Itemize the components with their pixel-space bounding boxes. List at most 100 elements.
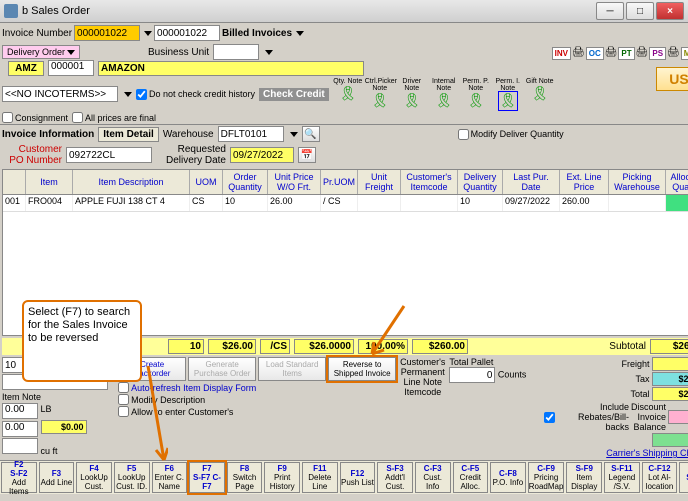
- invoice-info-tab[interactable]: Invoice Information: [2, 129, 94, 140]
- permp-note-icon[interactable]: 🎗: [467, 92, 485, 110]
- oc-pill[interactable]: OC: [586, 47, 604, 60]
- generate-po-button[interactable]: Generate Purchase Order: [188, 357, 256, 381]
- grid-header[interactable]: Allocated Quantity: [666, 170, 688, 194]
- fkey-f3[interactable]: F3Add Line: [39, 462, 75, 493]
- fkey-f9[interactable]: F9Print History: [264, 462, 300, 493]
- grid-header[interactable]: UOM: [190, 170, 223, 194]
- fkey-s-f11[interactable]: S-F11Legend /S.V.: [604, 462, 640, 493]
- grid-cell[interactable]: [609, 195, 666, 211]
- allow-cust-checkbox[interactable]: Allow to enter Customer's: [118, 406, 396, 417]
- calendar-icon[interactable]: 📅: [298, 147, 316, 163]
- grid-cell[interactable]: CS: [190, 195, 223, 211]
- print-icon: 🖨: [605, 47, 618, 60]
- grid-cell[interactable]: [358, 195, 401, 211]
- fkey-s-f12[interactable]: S-F12: [679, 462, 688, 493]
- fkey-f5[interactable]: F5LookUp Cust. ID.: [114, 462, 150, 493]
- grid-header[interactable]: Pr.UOM: [321, 170, 358, 194]
- grid-cell[interactable]: APPLE FUJI 138 CT 4: [73, 195, 190, 211]
- cust-po-field[interactable]: [66, 147, 152, 163]
- notes-icons: Qty. Note🎗 Ctrl.Picker Note🎗 Driver Note…: [333, 78, 555, 110]
- invoice-number-link[interactable]: [74, 25, 140, 41]
- fkey-f4[interactable]: F4LookUp Cust.: [76, 462, 112, 493]
- grid-cell[interactable]: 09/27/2022: [503, 195, 560, 211]
- grid-header[interactable]: Customer's Itemcode: [401, 170, 458, 194]
- modify-desc-checkbox[interactable]: Modify Description: [118, 394, 396, 405]
- grid-header[interactable]: Delivery Quantity: [458, 170, 503, 194]
- grid-header[interactable]: Picking Warehouse: [609, 170, 666, 194]
- dropdown-icon[interactable]: [296, 31, 304, 36]
- grid-header[interactable]: Item: [26, 170, 73, 194]
- ctrl-note-icon[interactable]: 🎗: [371, 92, 389, 110]
- print-icon: 🖨: [636, 47, 649, 60]
- fkey-c-f12[interactable]: C-F12Lot Al- location: [642, 462, 678, 493]
- dropdown-icon[interactable]: [290, 132, 298, 137]
- total-ext: $26.0000: [294, 339, 354, 354]
- incoterms-field[interactable]: [2, 86, 118, 102]
- permi-note-icon[interactable]: 🎗: [499, 92, 517, 110]
- grid-cell[interactable]: / CS: [321, 195, 358, 211]
- grid-cell[interactable]: 10: [458, 195, 503, 211]
- rebates-checkbox[interactable]: Include Rebates/Bill-backs: [544, 402, 629, 432]
- grid-header[interactable]: Unit Price W/O Frt.: [268, 170, 321, 194]
- reverse-to-shipped-button[interactable]: Reverse to Shipped Invoice: [328, 357, 396, 381]
- fkey-s-f3[interactable]: S-F3Addt'l Cust.: [377, 462, 413, 493]
- qty-note-icon[interactable]: 🎗: [339, 85, 357, 103]
- fkey-f7[interactable]: F7S-F7 C-F7: [189, 462, 225, 493]
- total-pct: 100.00%: [358, 339, 408, 354]
- gift-note-icon[interactable]: 🎗: [531, 85, 549, 103]
- maximize-button[interactable]: □: [626, 2, 654, 20]
- dropdown-icon[interactable]: [265, 50, 273, 55]
- mf-pill[interactable]: MF: [681, 47, 688, 60]
- fkey-f11[interactable]: F11Delete Line: [302, 462, 338, 493]
- fkey-f12[interactable]: F12Push List: [340, 462, 376, 493]
- grid-cell[interactable]: 26.00: [268, 195, 321, 211]
- total-uom: /CS: [260, 339, 290, 354]
- delivery-order-button[interactable]: Delivery Order: [2, 45, 80, 59]
- req-date-field[interactable]: [230, 147, 294, 163]
- grid-header[interactable]: [3, 170, 26, 194]
- pt-pill[interactable]: PT: [618, 47, 634, 60]
- grid-cell[interactable]: 001: [3, 195, 26, 211]
- warehouse-label: Warehouse: [163, 129, 214, 140]
- grid-header[interactable]: Order Quantity: [223, 170, 268, 194]
- no-check-credit-checkbox[interactable]: Do not check credit history: [136, 89, 255, 100]
- close-window-button[interactable]: ×: [656, 2, 684, 20]
- dropdown-icon[interactable]: [124, 92, 132, 97]
- load-std-items-button[interactable]: Load Standard Items: [258, 357, 326, 381]
- grid-cell[interactable]: FRO004: [26, 195, 73, 211]
- all-prices-final-checkbox[interactable]: All prices are final: [72, 112, 156, 123]
- fkey-f8[interactable]: F8Switch Page: [227, 462, 263, 493]
- grid-cell[interactable]: 10: [223, 195, 268, 211]
- grid-header[interactable]: Ext. Line Price: [560, 170, 609, 194]
- internal-note-icon[interactable]: 🎗: [435, 92, 453, 110]
- grid-header[interactable]: Last Pur. Date: [503, 170, 560, 194]
- fkey-s-f9[interactable]: S-F9Item Display: [566, 462, 602, 493]
- modify-deliver-qty-checkbox[interactable]: Modify Deliver Quantity: [458, 129, 564, 140]
- fkey-f6[interactable]: F6Enter C. Name: [152, 462, 188, 493]
- item-detail-tab[interactable]: Item Detail: [98, 127, 159, 142]
- fkey-c-f5[interactable]: C-F5Credit Alloc.: [453, 462, 489, 493]
- search-icon[interactable]: 🔍: [302, 126, 320, 142]
- carrier-charges-link[interactable]: Carrier's Shipping Charges: [606, 448, 688, 458]
- warehouse-field[interactable]: [218, 126, 284, 142]
- fkey-c-f9[interactable]: C-F9Pricing RoadMap: [528, 462, 565, 493]
- inv-pill[interactable]: INV: [552, 47, 571, 60]
- grid-cell[interactable]: 260.00: [560, 195, 609, 211]
- minimize-button[interactable]: ─: [596, 2, 624, 20]
- fkey-c-f3[interactable]: C-F3Cust. Info: [415, 462, 451, 493]
- total-pallet-field[interactable]: [449, 367, 495, 383]
- grid-header[interactable]: Unit Freight: [358, 170, 401, 194]
- consignment-checkbox[interactable]: Consignment: [2, 112, 68, 123]
- business-unit-field[interactable]: [213, 44, 259, 60]
- grid-header[interactable]: Item Description: [73, 170, 190, 194]
- dropdown-icon[interactable]: [144, 31, 152, 36]
- fkey-f2[interactable]: F2S-F2Add Items: [1, 462, 37, 493]
- driver-note-icon[interactable]: 🎗: [403, 92, 421, 110]
- autorefresh-checkbox[interactable]: Auto-refresh Item Display Form: [118, 382, 396, 393]
- ps-pill[interactable]: PS: [649, 47, 666, 60]
- grid-cell[interactable]: 10: [666, 195, 688, 211]
- fkey-c-f8[interactable]: C-F8P.O. Info: [490, 462, 526, 493]
- grid-cell[interactable]: [401, 195, 458, 211]
- invoice-number-field[interactable]: [154, 25, 220, 41]
- check-credit-button[interactable]: Check Credit: [259, 88, 329, 101]
